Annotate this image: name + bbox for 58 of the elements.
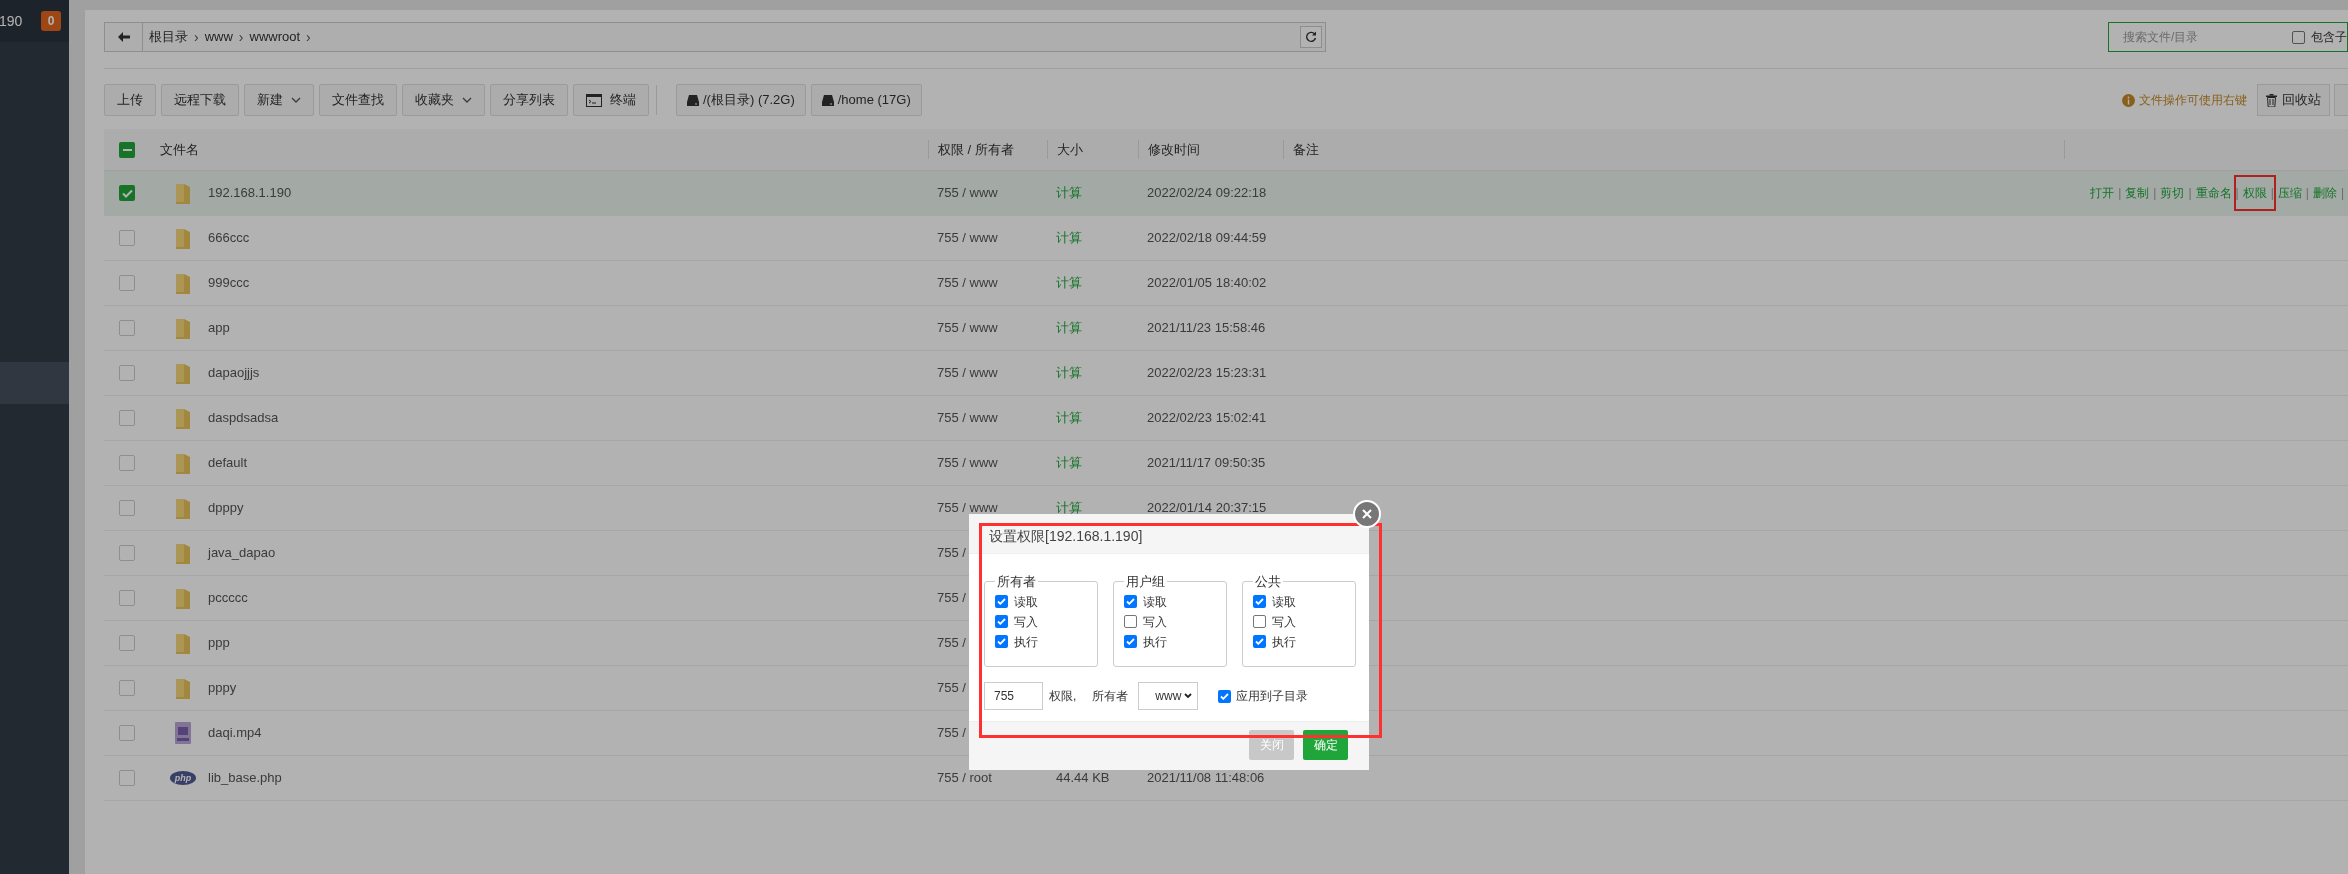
permission-text: 755 / www: [937, 230, 998, 246]
group-label: 所有者: [996, 573, 1037, 591]
breadcrumb-separator: ›: [194, 27, 199, 47]
column-header: 备注: [1293, 141, 1319, 157]
dialog-title: 设置权限[192.168.1.190]: [989, 528, 1143, 544]
column-header: 大小: [1057, 141, 1083, 157]
checkbox-label: 读取: [1143, 593, 1167, 611]
permission-text: 755 / www: [937, 455, 998, 471]
checkbox-label: 执行: [1143, 633, 1167, 651]
action-separator: |: [2305, 185, 2309, 202]
php-file-icon: php: [170, 771, 196, 785]
permission-text: 755 / www: [937, 500, 998, 516]
permission-text: 755 /: [937, 545, 966, 561]
action-separator: |: [2118, 185, 2122, 202]
checkbox-label: 执行: [1272, 633, 1296, 651]
checkbox-label: 读取: [1272, 593, 1296, 611]
permission-text: 755 /: [937, 680, 966, 696]
modified-time: 2022/02/23 15:23:31: [1147, 365, 1267, 381]
modified-time: 2022/02/18 09:44:59: [1147, 230, 1267, 246]
size-text: 44.44 KB: [1056, 770, 1110, 786]
permission-label: 权限,: [1049, 688, 1077, 705]
modified-time: 2022/01/05 18:40:02: [1147, 275, 1267, 291]
modified-time: 2022/02/23 15:02:41: [1147, 410, 1267, 426]
checkbox-label: 读取: [1014, 593, 1038, 611]
checkbox-label: 应用到子目录: [1236, 688, 1309, 705]
group-label: 用户组: [1125, 573, 1166, 591]
action-separator: |: [2340, 185, 2344, 202]
column-header: 权限 / 所有者: [938, 141, 1014, 157]
action-separator: |: [2235, 185, 2239, 202]
breadcrumb-separator: ›: [238, 27, 244, 47]
modified-time: 2021/11/23 15:58:46: [1147, 320, 1266, 336]
permission-text: 755 / www: [937, 410, 998, 426]
group-label: 公共: [1254, 573, 1282, 591]
permission-text: 755 / www: [937, 320, 998, 336]
owner-label: 所有者: [1092, 688, 1129, 705]
permission-text: 755 /: [937, 590, 966, 606]
breadcrumb-separator: ›: [306, 27, 311, 47]
modified-time: 2021/11/17 09:50:35: [1147, 455, 1266, 471]
permission-text: 755 / www: [937, 275, 998, 291]
permission-text: 755 /: [937, 725, 966, 741]
hint-text: 文件操作可使用右键: [2139, 92, 2247, 109]
modified-time: 2022/01/14 20:37:15: [1147, 500, 1267, 516]
modified-time: 2022/02/24 09:22:18: [1147, 185, 1267, 201]
checkbox-label: 执行: [1014, 633, 1038, 651]
column-header: 修改时间: [1148, 141, 1200, 157]
checkbox-label: 包含子: [2311, 29, 2347, 46]
search-placeholder: 搜索文件/目录: [2123, 29, 2200, 46]
permission-text: 755 / www: [937, 365, 998, 381]
permission-text: 755 /: [937, 635, 966, 651]
action-separator: |: [2153, 185, 2157, 202]
action-separator: |: [2188, 185, 2192, 202]
host-label: 190: [0, 11, 23, 31]
permission-text: 755 / www: [937, 185, 998, 201]
column-header: 文件名: [160, 141, 199, 157]
permission-text: 755 / root: [937, 770, 992, 786]
action-separator: |: [2270, 185, 2274, 202]
notification-badge: 0: [41, 11, 61, 31]
modified-time: 2021/11/08 11:48:06: [1147, 770, 1265, 786]
